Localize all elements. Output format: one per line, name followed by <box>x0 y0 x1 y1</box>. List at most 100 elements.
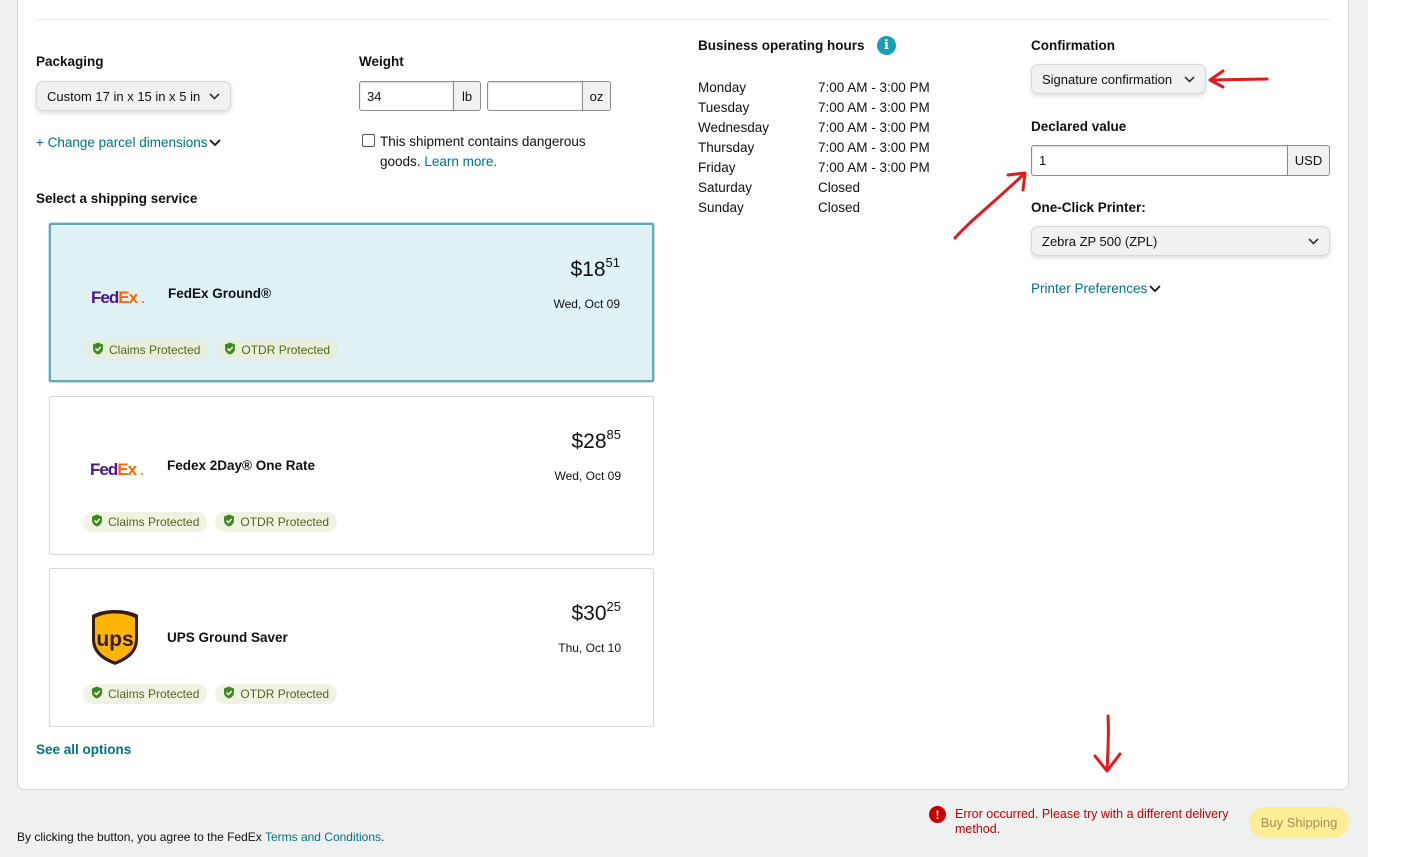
hours-time: 7:00 AM - 3:00 PM <box>818 160 930 175</box>
service-option-ups-ground-saver[interactable]: ups UPS Ground Saver $3025 Thu, Oct 10 C… <box>49 568 654 727</box>
packaging-label: Packaging <box>36 54 104 69</box>
business-hours-title: Business operating hours <box>698 38 865 53</box>
delivery-date: Wed, Oct 09 <box>553 297 620 311</box>
hours-row: Saturday Closed <box>698 180 860 195</box>
service-name: UPS Ground Saver <box>167 630 288 645</box>
change-dimensions-label: + Change parcel dimensions <box>36 135 208 150</box>
terms-suffix: . <box>381 830 385 844</box>
otdr-protected-badge: OTDR Protected <box>216 340 339 360</box>
hours-row: Wednesday 7:00 AM - 3:00 PM <box>698 120 930 135</box>
shield-check-icon <box>91 514 103 530</box>
weight-lb-input[interactable]: 34 <box>359 81 454 111</box>
hours-day: Saturday <box>698 180 753 195</box>
annotation-arrow-left <box>1208 69 1269 89</box>
chevron-down-icon <box>208 90 220 102</box>
hours-row: Tuesday 7:00 AM - 3:00 PM <box>698 100 930 115</box>
confirmation-selected: Signature confirmation <box>1042 71 1173 87</box>
packaging-selected: Custom 17 in x 15 in x 5 in <box>47 88 201 104</box>
printer-label: One-Click Printer: <box>1031 200 1146 215</box>
hours-day: Thursday <box>698 140 755 155</box>
protection-badges: Claims Protected OTDR Protected <box>84 340 339 360</box>
delivery-date: Thu, Oct 10 <box>558 641 621 655</box>
svg-text:FedEx: FedEx <box>90 460 138 479</box>
packaging-select[interactable]: Custom 17 in x 15 in x 5 in <box>36 81 231 111</box>
svg-text:ups: ups <box>96 628 133 651</box>
hours-row: Friday 7:00 AM - 3:00 PM <box>698 160 930 175</box>
declared-value-label: Declared value <box>1031 119 1127 134</box>
learn-more-link[interactable]: Learn more. <box>424 154 497 169</box>
chevron-down-icon <box>1149 281 1161 296</box>
claims-protected-badge: Claims Protected <box>84 340 209 360</box>
annotation-arrow-diagonal <box>953 171 1027 240</box>
fedex-logo: FedEx <box>91 281 151 311</box>
see-all-options-link[interactable]: See all options <box>36 742 131 757</box>
hours-time: 7:00 AM - 3:00 PM <box>818 80 930 95</box>
printer-preferences-label: Printer Preferences <box>1031 281 1148 296</box>
hours-time: 7:00 AM - 3:00 PM <box>818 120 930 135</box>
declared-value-input[interactable]: 1 <box>1031 145 1288 176</box>
hours-day: Sunday <box>698 200 744 215</box>
hours-time: Closed <box>818 200 861 215</box>
price-cents: 25 <box>606 599 621 614</box>
error-message: Error occurred. Please try with a differ… <box>955 807 1229 836</box>
shield-check-icon <box>91 686 103 702</box>
divider <box>36 19 1330 20</box>
dangerous-goods-text: This shipment contains dangerous goods. … <box>380 132 615 172</box>
terms-prefix: By clicking the button, you agree to the… <box>17 830 265 844</box>
printer-preferences-link[interactable]: Printer Preferences <box>1031 281 1161 296</box>
price-dollars: $18 <box>570 258 606 281</box>
shield-check-icon <box>224 342 236 358</box>
price-dollars: $28 <box>571 430 607 453</box>
dangerous-goods-checkbox[interactable] <box>362 134 375 147</box>
select-service-title: Select a shipping service <box>36 191 198 206</box>
printer-selected: Zebra ZP 500 (ZPL) <box>1042 233 1158 249</box>
claims-protected-label: Claims Protected <box>108 687 200 701</box>
service-name: Fedex 2Day® One Rate <box>167 458 316 473</box>
chevron-down-icon <box>209 135 222 150</box>
ups-logo: ups <box>90 609 140 667</box>
confirmation-label: Confirmation <box>1031 38 1115 53</box>
annotation-arrow-down <box>1093 714 1122 773</box>
delivery-date: Wed, Oct 09 <box>554 469 621 483</box>
hours-time: 7:00 AM - 3:00 PM <box>818 140 930 155</box>
oz-unit: oz <box>583 81 611 111</box>
hours-time: 7:00 AM - 3:00 PM <box>818 100 930 115</box>
weight-oz-input[interactable] <box>487 81 583 111</box>
hours-time: Closed <box>818 180 861 195</box>
fedex-logo: FedEx <box>90 453 150 483</box>
hours-row: Thursday 7:00 AM - 3:00 PM <box>698 140 930 155</box>
printer-select[interactable]: Zebra ZP 500 (ZPL) <box>1031 226 1330 256</box>
change-dimensions-link[interactable]: + Change parcel dimensions <box>36 135 222 150</box>
claims-protected-label: Claims Protected <box>109 343 201 357</box>
otdr-protected-label: OTDR Protected <box>241 343 331 357</box>
shield-check-icon <box>223 686 235 702</box>
lb-unit: lb <box>454 81 481 111</box>
hours-day: Tuesday <box>698 100 750 115</box>
chevron-down-icon <box>1307 235 1319 247</box>
claims-protected-badge: Claims Protected <box>83 512 208 532</box>
chevron-down-icon <box>1183 73 1195 85</box>
hours-day: Monday <box>698 80 747 95</box>
currency-unit: USD <box>1288 145 1330 176</box>
shield-check-icon <box>92 342 104 358</box>
price-cents: 85 <box>606 427 621 442</box>
price-cents: 51 <box>605 255 620 270</box>
service-price: $1851 <box>570 255 620 282</box>
confirmation-select[interactable]: Signature confirmation <box>1031 64 1206 94</box>
hours-row: Monday 7:00 AM - 3:00 PM <box>698 80 930 95</box>
hours-day: Friday <box>698 160 736 175</box>
service-option-fedex-2day[interactable]: FedEx Fedex 2Day® One Rate $2885 Wed, Oc… <box>49 396 654 555</box>
claims-protected-label: Claims Protected <box>108 515 200 529</box>
svg-text:FedEx: FedEx <box>91 288 139 307</box>
price-dollars: $30 <box>571 602 607 625</box>
buy-shipping-button[interactable]: Buy Shipping <box>1249 807 1349 838</box>
service-option-fedex-ground[interactable]: FedEx FedEx Ground® $1851 Wed, Oct 09 Cl… <box>49 223 654 382</box>
info-icon[interactable]: i <box>877 36 896 55</box>
terms-link[interactable]: Terms and Conditions <box>265 830 381 844</box>
terms-note: By clicking the button, you agree to the… <box>17 830 384 844</box>
shield-check-icon <box>223 514 235 530</box>
service-price: $3025 <box>571 599 621 626</box>
service-price: $2885 <box>571 427 621 454</box>
otdr-protected-label: OTDR Protected <box>240 515 330 529</box>
weight-label: Weight <box>359 54 404 69</box>
